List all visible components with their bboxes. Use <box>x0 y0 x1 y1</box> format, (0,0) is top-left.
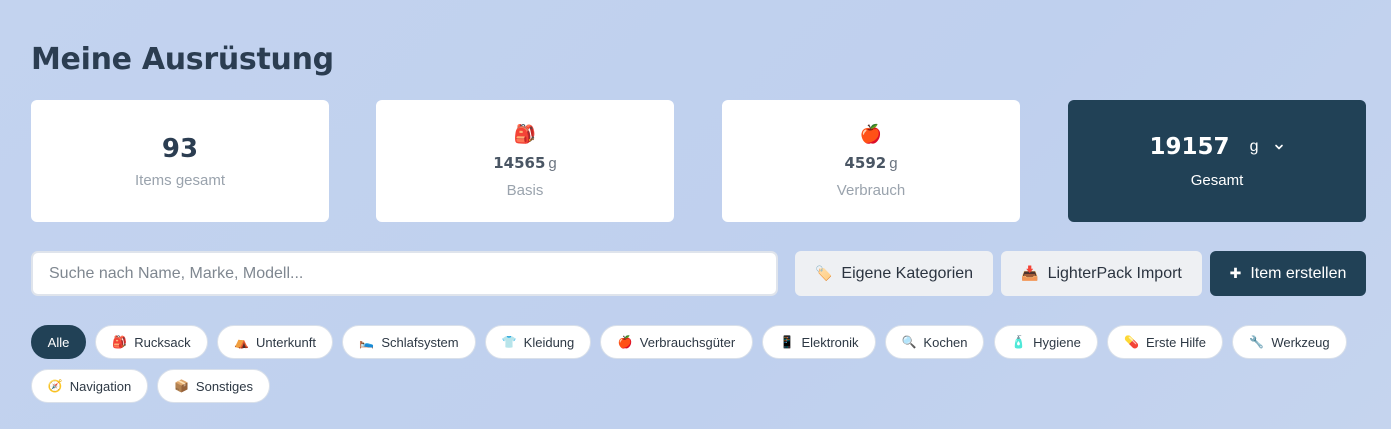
basis-label: Basis <box>506 181 544 199</box>
filter-chip-alle[interactable]: Alle <box>31 325 86 359</box>
magnifier-icon: 🔍 <box>901 335 917 349</box>
verbrauch-label: Verbrauch <box>836 181 906 199</box>
filter-chip-label: Alle <box>47 334 70 350</box>
tag-icon: 🏷️ <box>814 265 833 281</box>
filter-chip-rucksack[interactable]: 🎒 Rucksack <box>95 325 208 359</box>
backpack-icon: 🎒 <box>513 123 537 144</box>
phone-icon: 📱 <box>779 335 795 349</box>
filter-chip-label: Sonstiges <box>195 378 254 394</box>
basis-weight: 14565 <box>493 153 546 172</box>
filter-chip-label: Unterkunft <box>255 334 316 350</box>
bed-icon: 🛌 <box>359 335 375 349</box>
filter-chip-label: Schlafsystem <box>381 334 459 350</box>
lotion-bottle-icon: 🧴 <box>1011 335 1027 349</box>
filter-chip-label: Navigation <box>69 378 132 394</box>
create-item-label: Item erstellen <box>1250 264 1347 282</box>
gesamt-label: Gesamt <box>1190 171 1244 189</box>
tent-icon: ⛺ <box>234 335 249 349</box>
filter-chip-kleidung[interactable]: 👕 Kleidung <box>485 325 591 359</box>
create-item-button[interactable]: ✚ Item erstellen <box>1210 251 1366 296</box>
items-count: 93 <box>161 133 199 164</box>
search-input[interactable] <box>31 251 778 296</box>
filter-chip-sonstiges[interactable]: 📦 Sonstiges <box>157 369 270 403</box>
filter-chip-label: Rucksack <box>134 334 191 350</box>
apple-icon: 🍎 <box>859 123 883 144</box>
chevron-down-icon <box>1275 144 1284 149</box>
lighterpack-import-label: LighterPack Import <box>1047 264 1182 282</box>
stat-card-basis: 🎒 14565 g Basis <box>376 100 674 222</box>
filter-chip-verbrauchsgueter[interactable]: 🍎 Verbrauchsgüter <box>600 325 753 359</box>
lighterpack-import-button[interactable]: 📥 LighterPack Import <box>1001 251 1202 296</box>
gesamt-weight: 19157 <box>1149 133 1230 160</box>
filter-chip-label: Erste Hilfe <box>1145 334 1206 350</box>
filter-chip-unterkunft[interactable]: ⛺ Unterkunft <box>217 325 333 359</box>
filter-chip-label: Elektronik <box>801 334 859 350</box>
filter-chip-label: Werkzeug <box>1271 334 1330 350</box>
filter-chip-label: Verbrauchsgüter <box>639 334 736 350</box>
apple-icon: 🍎 <box>617 335 633 349</box>
basis-unit: g <box>548 154 557 172</box>
compass-icon: 🧭 <box>47 379 63 393</box>
inbox-tray-icon: 📥 <box>1021 265 1039 281</box>
verbrauch-weight: 4592 <box>844 153 887 172</box>
wrench-icon: 🔧 <box>1249 335 1265 349</box>
filter-chip-label: Kleidung <box>523 334 575 350</box>
shirt-icon: 👕 <box>501 335 517 349</box>
custom-categories-label: Eigene Kategorien <box>841 264 974 282</box>
items-label: Items gesamt <box>134 171 226 189</box>
filter-chip-hygiene[interactable]: 🧴 Hygiene <box>994 325 1098 359</box>
custom-categories-button[interactable]: 🏷️ Eigene Kategorien <box>795 251 993 296</box>
plus-icon: ✚ <box>1229 265 1242 281</box>
backpack-icon: 🎒 <box>112 335 128 349</box>
filter-chip-navigation[interactable]: 🧭 Navigation <box>31 369 148 403</box>
page-title: Meine Ausrüstung <box>31 42 334 77</box>
stat-card-items: 93 Items gesamt <box>31 100 329 222</box>
package-icon: 📦 <box>173 379 189 393</box>
stat-card-verbrauch: 🍎 4592 g Verbrauch <box>722 100 1020 222</box>
filter-chip-label: Kochen <box>923 334 968 350</box>
unit-select[interactable]: g <box>1250 138 1285 156</box>
unit-select-value: g <box>1249 137 1259 155</box>
filter-chip-werkzeug[interactable]: 🔧 Werkzeug <box>1232 325 1347 359</box>
filter-chip-label: Hygiene <box>1033 334 1081 350</box>
stat-card-gesamt: 19157 g Gesamt <box>1068 100 1366 222</box>
pill-icon: 💊 <box>1124 335 1139 349</box>
filter-chip-elektronik[interactable]: 📱 Elektronik <box>762 325 876 359</box>
filter-chip-kochen[interactable]: 🔍 Kochen <box>885 325 984 359</box>
verbrauch-unit: g <box>889 154 898 172</box>
filter-chip-schlafsystem[interactable]: 🛌 Schlafsystem <box>342 325 476 359</box>
filter-chip-erste-hilfe[interactable]: 💊 Erste Hilfe <box>1107 325 1223 359</box>
